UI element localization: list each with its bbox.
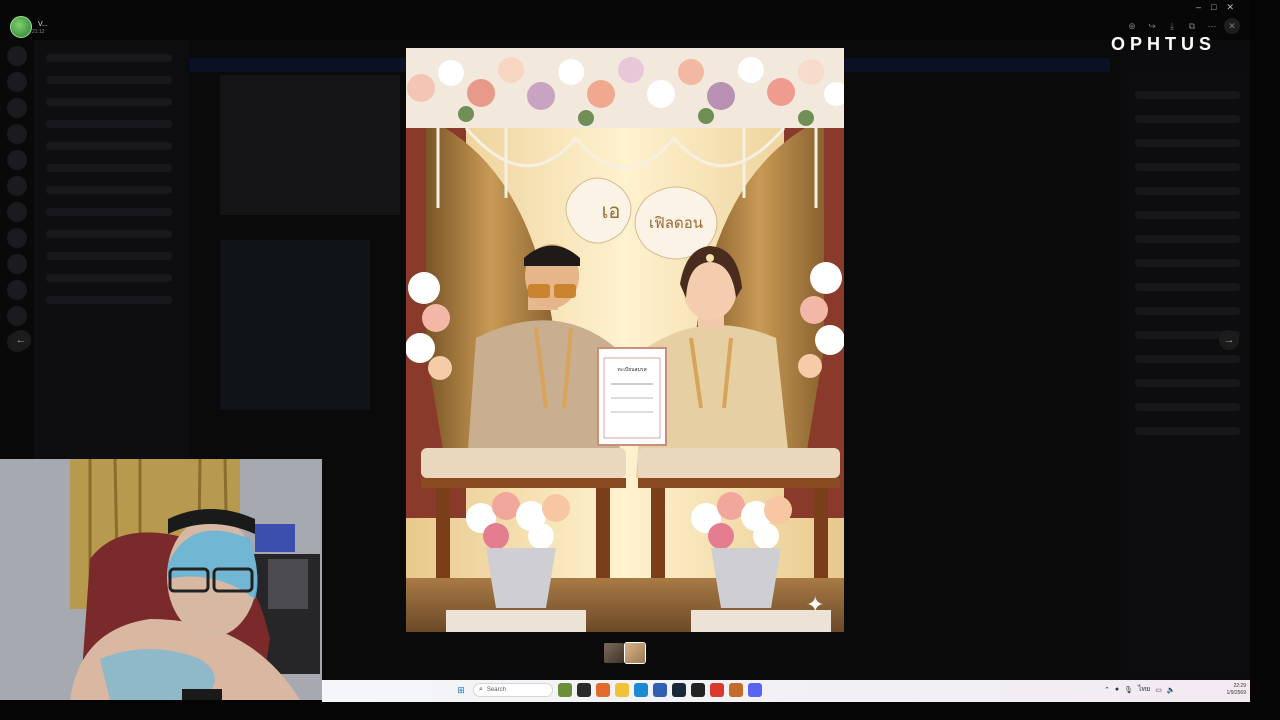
taskbar-search[interactable]: ⌕ Search [473,683,553,697]
tray-overflow-icon[interactable]: ⌃ [1104,686,1110,694]
sign-right-text: เฟิลดอน [649,214,703,232]
file-explorer-icon[interactable] [615,683,629,697]
upload-time: 21:12 [32,28,45,35]
window-controls: – □ ✕ [1196,2,1234,13]
tray-app-icon[interactable]: ● [1115,686,1119,693]
background-message-card [220,75,400,215]
uploader-name: V... [38,20,48,28]
windows-start-icon[interactable]: ⊞ [454,683,468,697]
more-icon[interactable]: ⋯ [1204,18,1220,34]
minimize-button[interactable]: – [1196,2,1201,13]
thumbnail-1[interactable] [604,643,624,663]
discord-icon[interactable] [748,683,762,697]
taskbar-clock[interactable]: 22:29 1/9/2569 [1210,683,1246,697]
language-indicator[interactable]: ไทย [1138,684,1150,695]
obs-icon[interactable] [691,683,705,697]
task-view-icon[interactable] [577,683,591,697]
forward-icon[interactable]: ↪ [1144,18,1160,34]
app-icon-2[interactable] [729,683,743,697]
thumbnail-strip [604,642,646,664]
system-tray: ⌃ ● 🎙 ไทย ▭ 🔈 [1104,684,1176,695]
microphone-icon[interactable]: 🎙 [1124,686,1133,694]
app-icon-1[interactable] [596,683,610,697]
lightbox-toolbar: ⊕ ↪ ⤓ ⧉ ⋯ ✕ [1124,18,1240,34]
uploader-info[interactable]: V... 21:12 [10,16,48,38]
open-external-icon[interactable]: ⧉ [1184,18,1200,34]
background-image-attachment [220,240,370,410]
download-icon[interactable]: ⤓ [1164,18,1180,34]
volume-icon[interactable]: 🔈 [1167,686,1176,694]
zoom-in-icon[interactable]: ⊕ [1124,18,1140,34]
store-icon[interactable] [653,683,667,697]
next-image-button[interactable]: → [1219,330,1239,350]
webcam-feed [0,459,322,700]
lightbox-image[interactable]: เอ เฟิลดอน ทะเบียนสมรส [406,48,844,632]
certificate-title: ทะเบียนสมรส [617,366,646,373]
avatar[interactable] [10,16,32,38]
sparkle-icon: ✦ [806,592,825,617]
steam-icon[interactable] [672,683,686,697]
clock-time: 22:29 [1233,683,1246,689]
previous-image-button[interactable]: ← [11,330,31,350]
webcam-overlay [0,459,322,700]
close-icon[interactable]: ✕ [1224,18,1240,34]
thumbnail-2-selected[interactable] [624,642,646,664]
search-placeholder: Search [486,687,506,693]
widget-icon[interactable] [558,683,572,697]
wedding-photo: เอ เฟิลดอน ทะเบียนสมรส [406,48,844,632]
taskbar: ⊞ ⌕ Search ⌃ ● 🎙 ไทย ▭ 🔈 22:29 1/9/2569 [322,680,1250,702]
background-member-list [1125,75,1250,675]
network-icon[interactable]: ▭ [1155,686,1162,694]
chrome-icon[interactable] [710,683,724,697]
clock-date: 1/9/2569 [1226,690,1246,696]
taskbar-center: ⊞ ⌕ Search [454,683,762,697]
maximize-button[interactable]: □ [1211,2,1216,13]
window-close-button[interactable]: ✕ [1226,2,1234,13]
search-icon: ⌕ [479,686,483,693]
stream-logo: OPHTUS [1111,34,1217,54]
sign-left-text: เอ [602,199,621,223]
background-title-bar [0,0,1250,40]
edge-browser-icon[interactable] [634,683,648,697]
marriage-certificate: ทะเบียนสมรส [597,347,667,446]
